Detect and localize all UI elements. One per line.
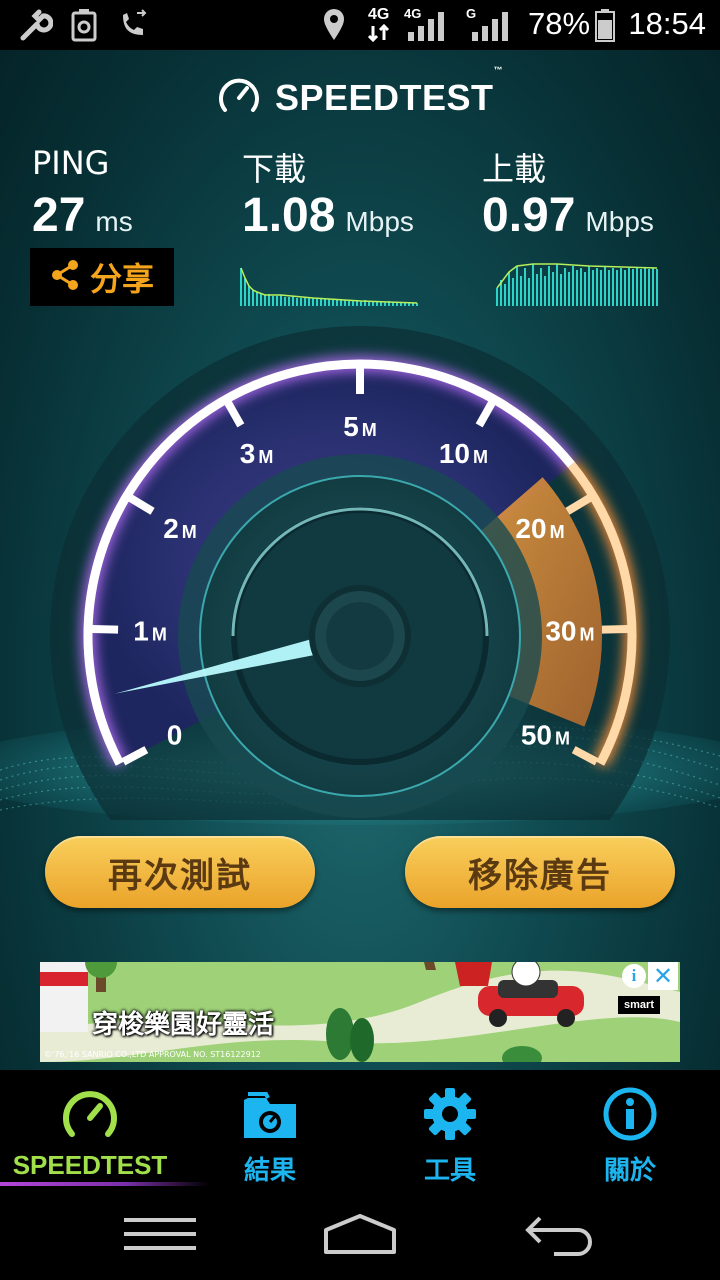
- ad-brand-logo: smart: [618, 996, 660, 1014]
- bottom-tab-bar: SPEEDTEST 結果 工具 關於: [0, 1070, 720, 1188]
- battery-percent: 78%: [528, 6, 591, 41]
- share-label: 分享: [89, 260, 154, 298]
- share-icon: [50, 259, 80, 295]
- tab-speedtest-label: SPEEDTEST: [12, 1150, 168, 1180]
- active-tab-indicator: [0, 1182, 210, 1186]
- remove-ads-button[interactable]: 移除廣告: [405, 836, 675, 908]
- menu-icon[interactable]: [122, 1216, 198, 1256]
- upload-sparkline: [496, 263, 658, 306]
- gauge-tick: [91, 624, 119, 634]
- tab-tools[interactable]: 工具: [360, 1070, 540, 1188]
- speed-gauge: 01 M2 M3 M5 M10 M20 M30 M50 M: [50, 326, 670, 820]
- data-arrows-icon: [366, 24, 392, 42]
- app-logo: SPEEDTEST™: [0, 65, 720, 124]
- speedometer-logo-icon: [217, 74, 261, 122]
- tab-about-label: 關於: [603, 1156, 656, 1186]
- results-folder-icon: [240, 1084, 300, 1144]
- download-sparkline: [240, 267, 418, 306]
- share-button[interactable]: 分享: [30, 248, 174, 306]
- gauge-tick: [601, 624, 629, 634]
- ping-title: PING: [32, 144, 110, 182]
- signal-icon-2: [468, 8, 512, 42]
- signal-icon: [404, 8, 448, 42]
- ad-fineprint: ©'76,'16 SANRIO CO.,LTD APPROVAL NO. ST1…: [44, 1050, 261, 1059]
- speedometer-icon: [60, 1084, 120, 1144]
- net-type-1: 4G: [368, 6, 390, 23]
- status-bar: 4G 4G G 78% 18:54: [0, 0, 720, 50]
- ad-info-icon[interactable]: i: [622, 964, 646, 988]
- download-title: 下載: [242, 150, 307, 188]
- gear-icon: [420, 1084, 480, 1144]
- battery-icon: [594, 8, 616, 42]
- download-value: 1.08 Mbps: [242, 189, 414, 242]
- wrench-icon: [16, 8, 54, 42]
- tab-speedtest[interactable]: SPEEDTEST: [0, 1070, 180, 1188]
- ad-close-icon[interactable]: ✕: [648, 962, 678, 990]
- ad-banner[interactable]: 穿梭樂園好靈活 ©'76,'16 SANRIO CO.,LTD APPROVAL…: [40, 962, 680, 1062]
- clock: 18:54: [628, 6, 706, 41]
- tab-tools-label: 工具: [423, 1156, 476, 1186]
- system-nav-bar: [0, 1188, 720, 1280]
- tab-results[interactable]: 結果: [180, 1070, 360, 1188]
- ad-headline: 穿梭樂園好靈活: [92, 1010, 275, 1040]
- home-icon[interactable]: [322, 1212, 398, 1260]
- tab-about[interactable]: 關於: [540, 1070, 720, 1188]
- info-icon: [600, 1084, 660, 1144]
- ping-value: 27 ms: [32, 189, 133, 242]
- upload-title: 上載: [482, 150, 547, 188]
- gauge-label: 0: [167, 720, 183, 751]
- retest-button[interactable]: 再次測試: [45, 836, 315, 908]
- call-forward-icon: [116, 8, 150, 42]
- logo-text: SPEEDTEST™: [274, 65, 504, 118]
- location-icon: [320, 8, 348, 42]
- recycle-icon: [68, 8, 100, 42]
- back-icon[interactable]: [524, 1212, 596, 1260]
- upload-value: 0.97 Mbps: [482, 189, 654, 242]
